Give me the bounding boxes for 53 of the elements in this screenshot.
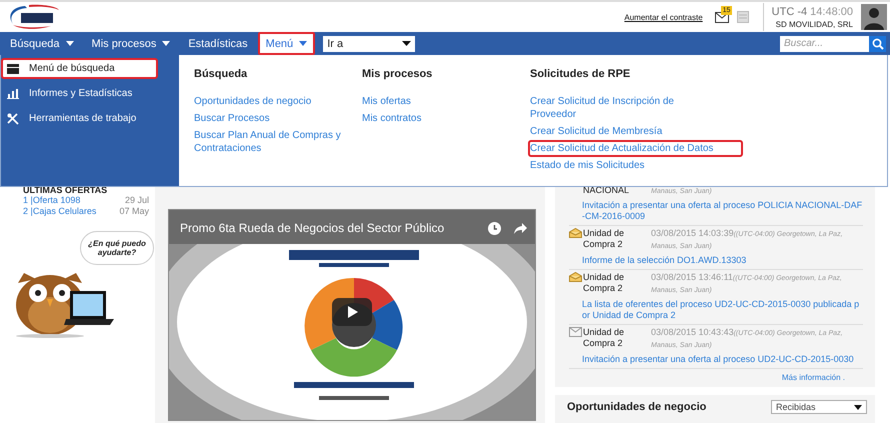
filter-select[interactable]: Recibidas: [771, 400, 867, 414]
caret-icon: [854, 404, 862, 410]
notification-link[interactable]: Invitación a presentar una oferta al proceso UD2-UC-CD-2015-0030: [569, 354, 863, 365]
notification-link[interactable]: Invitación a presentar una oferta al proceso POLICIA NACIONAL-DAF-CM-2016-0009: [569, 200, 863, 222]
contrast-link[interactable]: Aumentar el contraste: [624, 12, 703, 22]
menu-link[interactable]: Crear Solicitud de Actualización de Datos: [528, 140, 744, 157]
menu-link[interactable]: Buscar Plan Anual de Compras y Contrataciones: [194, 129, 362, 155]
menu-link[interactable]: Estado de mis Solicitudes: [530, 159, 706, 172]
sender-name: Unidad de Compra 2: [582, 327, 626, 349]
nav-menu-item[interactable]: Búsqueda: [2, 32, 82, 55]
offer-date: 07 May: [119, 206, 149, 217]
share-icon[interactable]: [514, 223, 527, 234]
sender-name: NACIONAL: [582, 185, 630, 196]
section-title: ULTIMAS OFERTAS: [22, 185, 108, 195]
clock-time: 14:48:00: [810, 6, 853, 18]
sidebar-menu-item[interactable]: Informes y Estadísticas: [1, 83, 179, 104]
tools-icon: [7, 112, 19, 124]
sidebar-menu-item[interactable]: Menú de búsqueda: [1, 58, 158, 79]
timezone-label: UTC -4: [772, 6, 808, 18]
notification-link[interactable]: Informe de la selección DO1.AWD.13303: [569, 255, 863, 266]
clock-icon[interactable]: [488, 222, 501, 235]
nav-menu-item[interactable]: Estadísticas: [180, 32, 256, 55]
menu-link[interactable]: Oportunidades de negocio: [194, 95, 362, 108]
sender-name: Unidad de Compra 2: [582, 272, 626, 294]
video-title: Promo 6ta Rueda de Negocios del Sector Público: [180, 221, 444, 235]
menu-link[interactable]: Crear Solicitud de Membresía: [530, 125, 706, 138]
notification-link[interactable]: La lista de oferentes del proceso UD2-UC-CD-2015-0030 publicada por Unidad de Compra 2: [569, 299, 863, 321]
box-icon: [7, 64, 19, 74]
speech-bubble: ¿En qué puedo ayudarte?: [80, 231, 154, 265]
section-title: Oportunidades de negocio: [567, 401, 706, 413]
nav-menu-item[interactable]: Mis procesos: [84, 32, 178, 55]
menu-link[interactable]: Mis ofertas: [362, 95, 530, 108]
menu-column-title: Mis procesos: [362, 68, 434, 80]
search-field[interactable]: Buscar...: [780, 36, 869, 52]
offer-link[interactable]: 2 |Cajas Celulares: [23, 206, 96, 217]
more-info-link[interactable]: Más información .: [569, 373, 863, 382]
menu-link[interactable]: Crear Solicitud de Inscripción de Proveedor: [530, 95, 706, 121]
avatar-icon[interactable]: [861, 4, 887, 30]
offer-date: 29 Jul: [124, 195, 149, 206]
sender-name: Unidad de Compra 2: [582, 228, 626, 250]
search-button[interactable]: [869, 36, 886, 52]
menu-column-title: Búsqueda: [194, 68, 248, 80]
play-button[interactable]: [332, 298, 372, 326]
bar-chart-icon: [7, 88, 19, 98]
company-name: SD MOVILIDAD, SRL: [776, 20, 853, 28]
menu-link[interactable]: Mis contratos: [362, 112, 530, 125]
goto-select[interactable]: Ir a: [323, 36, 416, 52]
caret-icon: [402, 41, 412, 46]
menu-link[interactable]: Buscar Procesos: [194, 112, 362, 125]
offer-link[interactable]: 1 |Oferta 1098: [23, 195, 80, 206]
sidebar-menu-item[interactable]: Herramientas de trabajo: [1, 108, 179, 129]
menu-column-title: Solicitudes de RPE: [530, 68, 632, 80]
nav-menu-item[interactable]: Menú: [258, 32, 316, 55]
